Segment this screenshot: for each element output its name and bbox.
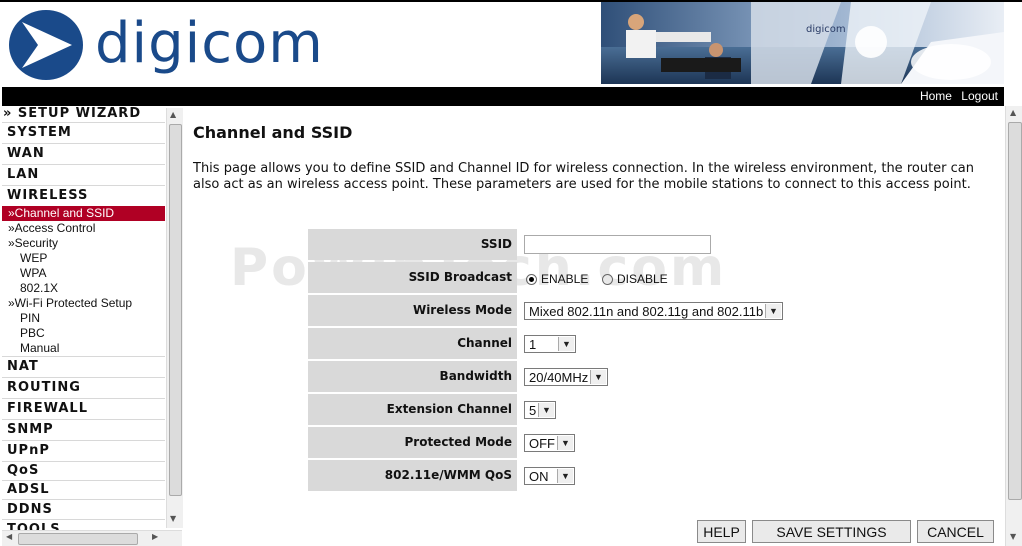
wireless-mode-select[interactable]: Mixed 802.11n and 802.11g and 802.11b ▼ xyxy=(524,302,783,320)
sidebar-subitem-channel-ssid[interactable]: »Channel and SSID xyxy=(2,206,165,221)
sidebar-item-snmp[interactable]: SNMP xyxy=(2,420,165,441)
dropdown-arrow-icon[interactable]: ▼ xyxy=(558,337,574,351)
sidebar-subitem-pin[interactable]: PIN xyxy=(2,311,165,326)
dropdown-arrow-icon[interactable]: ▼ xyxy=(557,469,573,483)
sidebar-item-nat[interactable]: NAT xyxy=(2,357,165,378)
save-settings-button[interactable]: SAVE SETTINGS xyxy=(752,520,911,543)
ssid-broadcast-enable-radio[interactable]: ENABLE xyxy=(526,272,588,286)
wireless-mode-value: Mixed 802.11n and 802.11g and 802.11b xyxy=(529,304,764,319)
home-link[interactable]: Home xyxy=(920,89,952,103)
protected-mode-select[interactable]: OFF ▼ xyxy=(524,434,575,452)
scroll-down-arrow-icon[interactable]: ▼ xyxy=(1010,532,1016,541)
sidebar-item-qos[interactable]: QoS xyxy=(2,462,165,481)
brand-logo-text: digicom xyxy=(95,11,324,76)
sidebar-subitem-security[interactable]: »Security xyxy=(2,236,165,251)
sidebar-subitem-wep[interactable]: WEP xyxy=(2,251,165,266)
sidebar-item-upnp[interactable]: UPnP xyxy=(2,441,165,462)
sidebar-subitem-wpa[interactable]: WPA xyxy=(2,266,165,281)
cancel-button[interactable]: CANCEL xyxy=(917,520,994,543)
digicom-logo-icon xyxy=(9,10,83,80)
bandwidth-label: Bandwidth xyxy=(308,361,517,392)
protected-mode-value: OFF xyxy=(529,436,555,451)
help-button[interactable]: HELP xyxy=(697,520,746,543)
sidebar-item-routing[interactable]: ROUTING xyxy=(2,378,165,399)
page-description: This page allows you to define SSID and … xyxy=(193,161,974,192)
page-title: Channel and SSID xyxy=(193,123,353,142)
sidebar-subitem-access-control[interactable]: »Access Control xyxy=(2,221,165,236)
extension-channel-select[interactable]: 5 ▼ xyxy=(524,401,556,419)
wmm-qos-select[interactable]: ON ▼ xyxy=(524,467,575,485)
wmm-qos-label: 802.11e/WMM QoS xyxy=(308,460,517,491)
channel-select[interactable]: 1 ▼ xyxy=(524,335,576,353)
radio-selected-icon[interactable] xyxy=(526,274,537,286)
sidebar-item-lan[interactable]: LAN xyxy=(2,165,165,186)
sidebar-subitem-8021x[interactable]: 802.1X xyxy=(2,281,165,296)
sidebar-item-firewall[interactable]: FIREWALL xyxy=(2,399,165,420)
enable-label: ENABLE xyxy=(541,272,589,286)
banner-logo-text: digicom xyxy=(806,24,846,35)
sidebar-subitem-pbc[interactable]: PBC xyxy=(2,326,165,341)
channel-value: 1 xyxy=(529,337,537,352)
header-banner-image: digicom xyxy=(601,2,1004,84)
scroll-down-arrow-icon[interactable]: ▼ xyxy=(170,514,176,523)
disable-label: DISABLE xyxy=(617,272,668,286)
extension-channel-label: Extension Channel xyxy=(308,394,517,425)
dropdown-arrow-icon[interactable]: ▼ xyxy=(538,403,554,417)
scrollbar-thumb[interactable] xyxy=(18,533,138,545)
sidebar-item-wireless[interactable]: WIRELESS xyxy=(2,186,165,206)
logout-link[interactable]: Logout xyxy=(961,89,998,103)
sidebar-subitem-wps[interactable]: »Wi-Fi Protected Setup xyxy=(2,296,165,311)
bandwidth-value: 20/40MHz xyxy=(529,370,589,385)
dropdown-arrow-icon[interactable]: ▼ xyxy=(590,370,606,384)
scroll-right-arrow-icon[interactable]: ▶ xyxy=(152,532,158,541)
channel-label: Channel xyxy=(308,328,517,359)
ssid-input[interactable] xyxy=(524,235,711,254)
sidebar-menu: » SETUP WIZARD SYSTEM WAN LAN WIRELESS »… xyxy=(2,106,165,546)
dropdown-arrow-icon[interactable]: ▼ xyxy=(765,304,781,318)
sidebar-horizontal-scrollbar[interactable]: ◀ ▶ xyxy=(2,530,182,546)
extension-channel-value: 5 xyxy=(529,403,537,418)
scrollbar-thumb[interactable] xyxy=(1008,122,1022,500)
sailing-banner-photo: digicom xyxy=(601,2,1004,84)
page-vertical-scrollbar[interactable]: ▲ ▼ xyxy=(1005,106,1022,546)
nav-links: Home Logout xyxy=(914,89,998,103)
sidebar-item-system[interactable]: SYSTEM xyxy=(2,123,165,144)
wmm-qos-value: ON xyxy=(529,469,549,484)
dropdown-arrow-icon[interactable]: ▼ xyxy=(557,436,573,450)
radio-unselected-icon[interactable] xyxy=(602,274,613,286)
wireless-mode-label: Wireless Mode xyxy=(308,295,517,326)
sidebar-subitem-manual[interactable]: Manual xyxy=(2,341,165,357)
sidebar-item-ddns[interactable]: DDNS xyxy=(2,500,165,520)
top-nav-bar: Home Logout xyxy=(2,87,1004,106)
sidebar-item-setup-wizard[interactable]: » SETUP WIZARD xyxy=(2,106,165,123)
ssid-label: SSID xyxy=(308,229,517,260)
protected-mode-label: Protected Mode xyxy=(308,427,517,458)
scroll-left-arrow-icon[interactable]: ◀ xyxy=(6,532,12,541)
header-logo-area: digicom xyxy=(2,2,600,87)
scroll-up-arrow-icon[interactable]: ▲ xyxy=(1010,108,1016,117)
sidebar-vertical-scrollbar[interactable]: ▲ ▼ xyxy=(166,108,183,528)
ssid-broadcast-label: SSID Broadcast xyxy=(308,262,517,293)
scroll-up-arrow-icon[interactable]: ▲ xyxy=(170,110,176,119)
ssid-broadcast-disable-radio[interactable]: DISABLE xyxy=(602,272,668,286)
scrollbar-thumb[interactable] xyxy=(169,124,182,496)
sidebar-item-adsl[interactable]: ADSL xyxy=(2,481,165,500)
sidebar-item-wan[interactable]: WAN xyxy=(2,144,165,165)
bandwidth-select[interactable]: 20/40MHz ▼ xyxy=(524,368,608,386)
